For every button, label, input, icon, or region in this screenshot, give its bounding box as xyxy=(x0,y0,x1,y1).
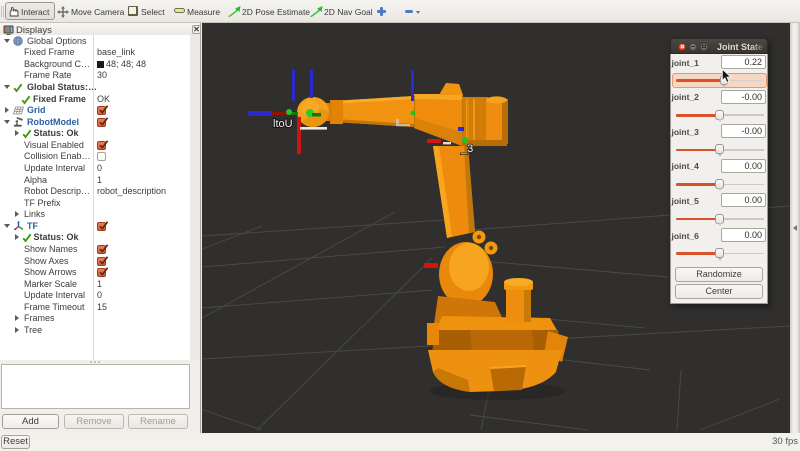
svg-text:_3: _3 xyxy=(460,143,473,155)
svg-text:ltoU: ltoU xyxy=(273,118,293,130)
